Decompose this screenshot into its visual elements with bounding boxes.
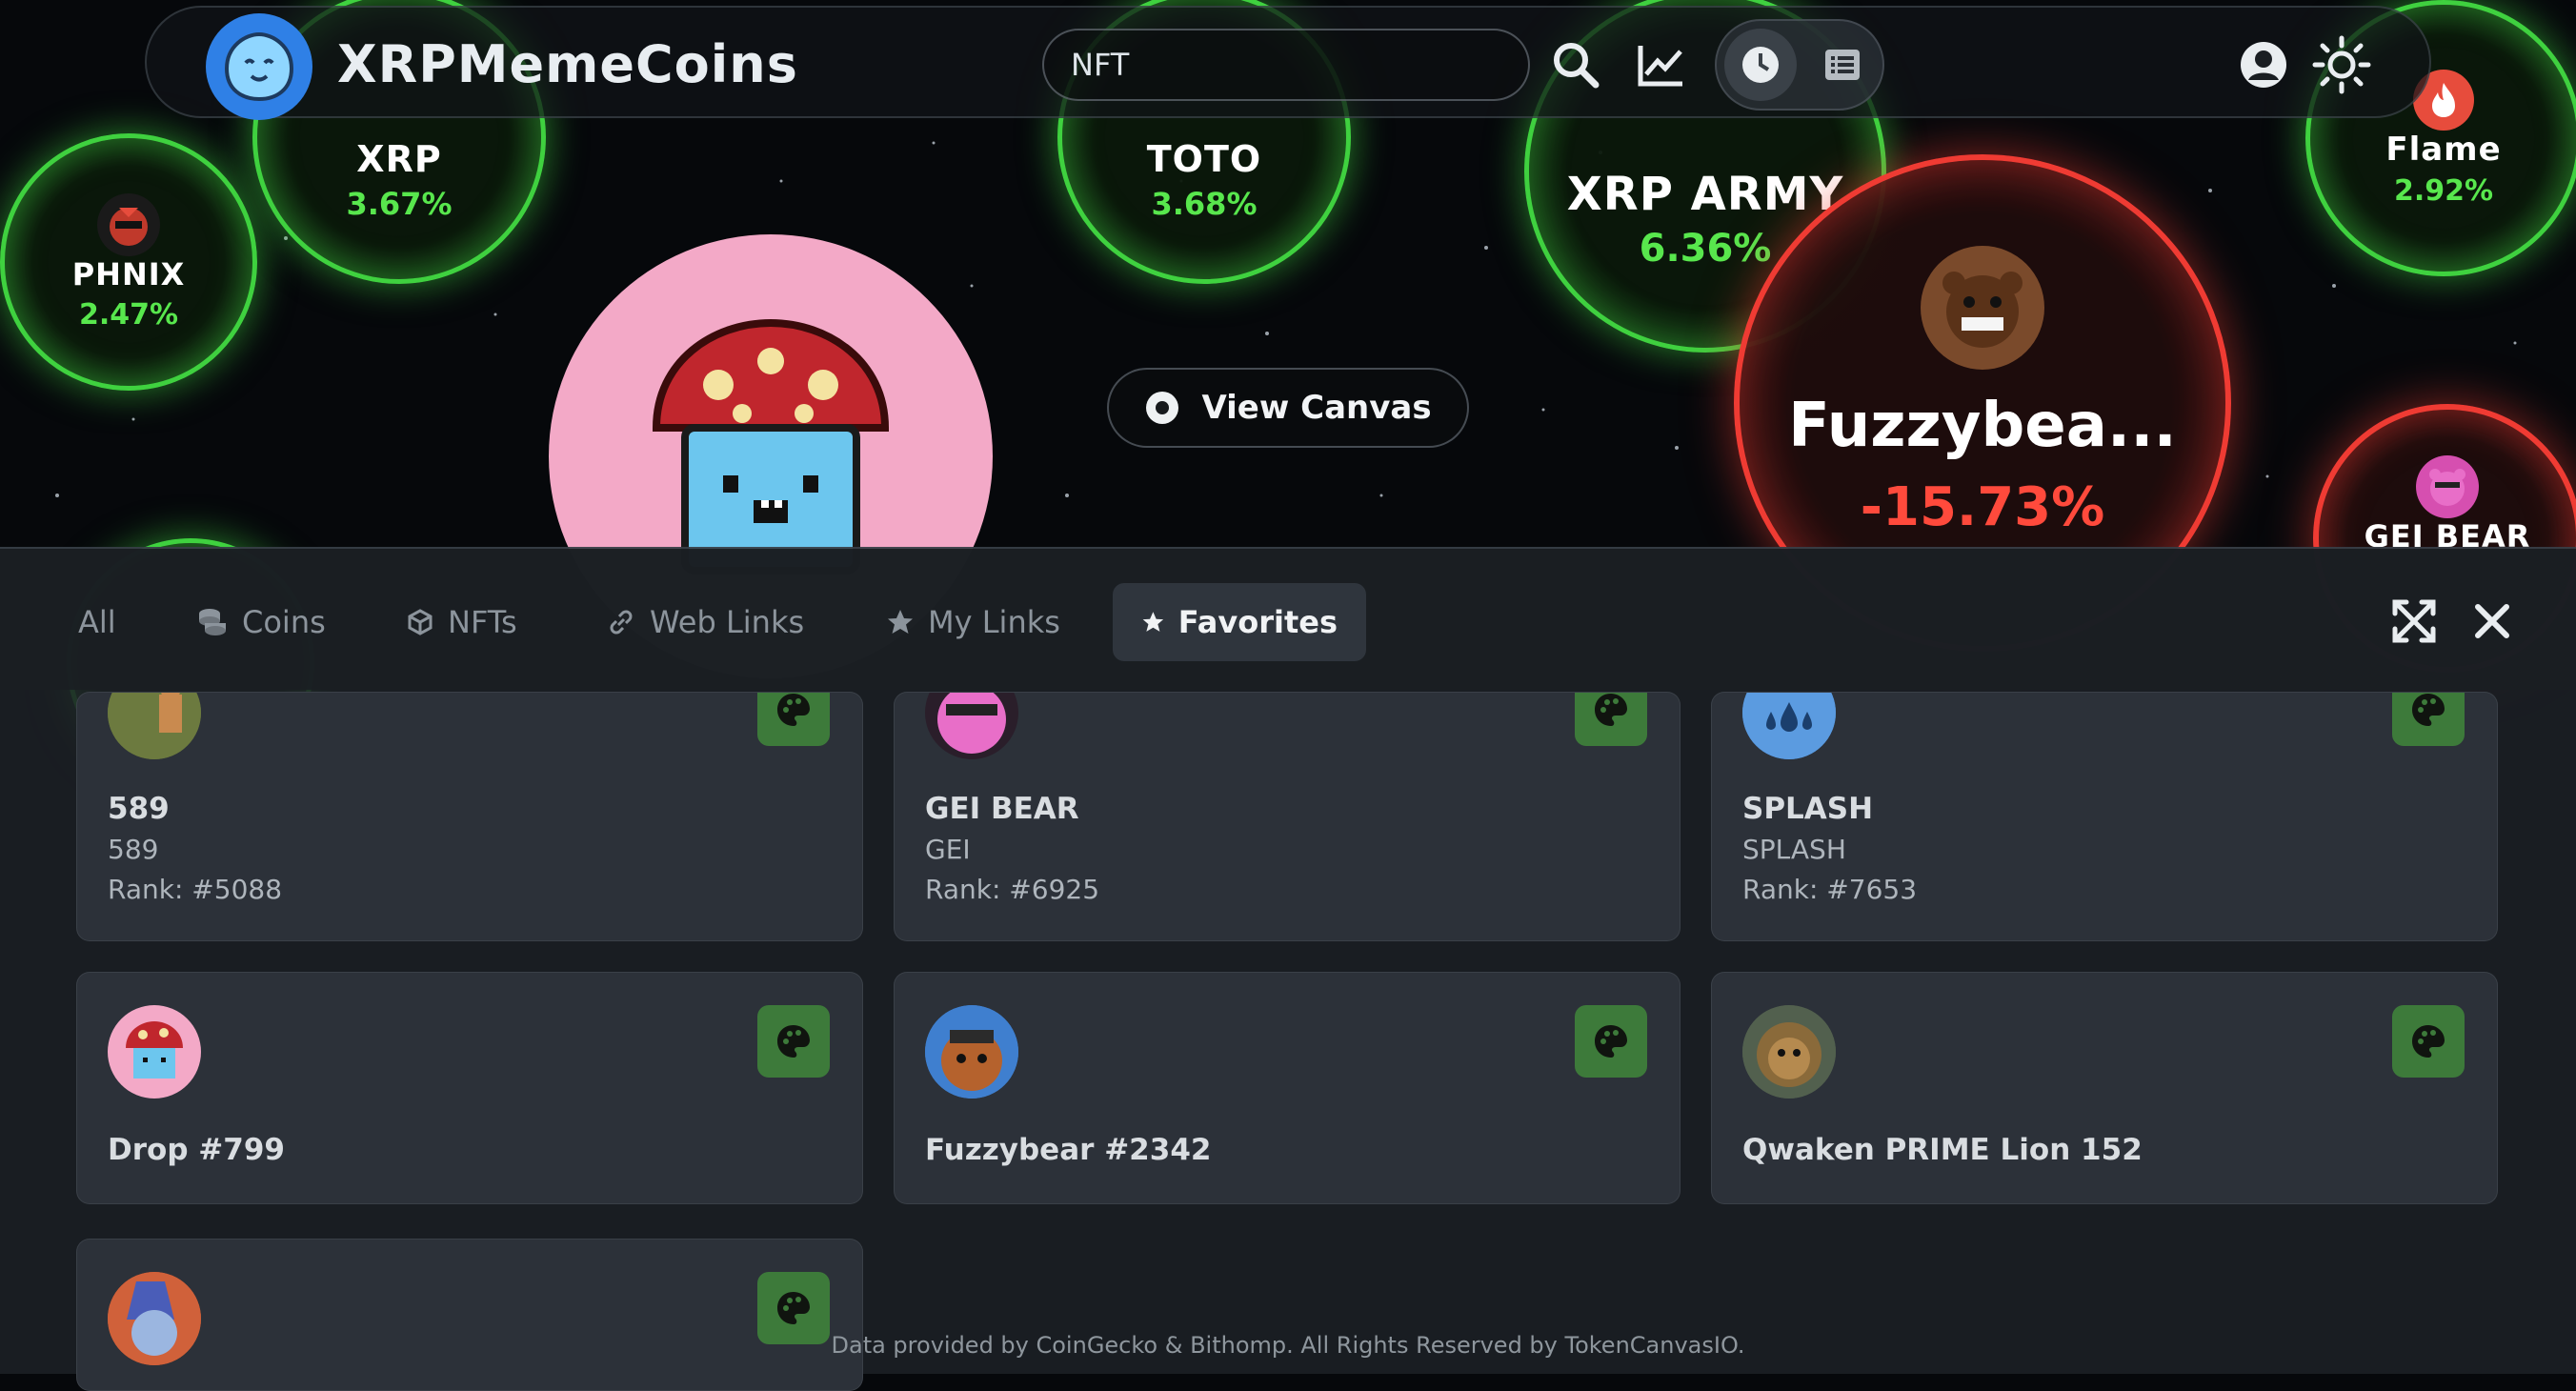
palette-icon[interactable] bbox=[2392, 693, 2465, 746]
favorite-card[interactable]: SPLASH SPLASH Rank: #7653 bbox=[1711, 692, 2498, 941]
bubble-change: -15.73% bbox=[1860, 476, 2105, 538]
bubble-name: PHNIX bbox=[71, 255, 186, 292]
favorite-card[interactable]: 589 589 Rank: #5088 bbox=[76, 692, 863, 941]
view-canvas-button[interactable]: View Canvas bbox=[1107, 368, 1469, 448]
favorite-card[interactable] bbox=[76, 1239, 863, 1391]
phnix-avatar-icon bbox=[97, 192, 160, 256]
link-icon bbox=[610, 610, 633, 635]
bubble-change: 6.36% bbox=[1639, 227, 1772, 271]
target-icon bbox=[1146, 392, 1179, 424]
nft-avatar bbox=[925, 693, 1018, 759]
nft-avatar bbox=[108, 1005, 201, 1099]
favorite-card[interactable]: Qwaken PRIME Lion 152 bbox=[1711, 972, 2498, 1204]
nft-avatar bbox=[1742, 1005, 1836, 1099]
search-icon[interactable] bbox=[1547, 36, 1604, 93]
mushroom-character-icon bbox=[652, 318, 890, 575]
tab-web-links[interactable]: Web Links bbox=[577, 583, 833, 661]
nft-avatar bbox=[925, 1005, 1018, 1099]
coins-icon bbox=[199, 609, 226, 635]
fuzzybear-avatar-icon bbox=[1921, 246, 2044, 370]
bubble-name: XRP bbox=[356, 138, 442, 180]
card-title: Drop #799 bbox=[108, 1133, 285, 1167]
tab-label: Coins bbox=[242, 604, 326, 640]
favorite-card[interactable]: Drop #799 bbox=[76, 972, 863, 1204]
star-icon bbox=[1142, 612, 1164, 632]
card-rank: Rank: #6925 bbox=[925, 874, 1100, 905]
nft-avatar bbox=[1742, 693, 1836, 759]
bubble-name: TOTO bbox=[1146, 138, 1262, 180]
logo-icon[interactable] bbox=[206, 13, 312, 120]
card-rank: Rank: #5088 bbox=[108, 874, 283, 905]
cube-icon bbox=[408, 609, 433, 635]
palette-icon[interactable] bbox=[757, 693, 830, 746]
user-icon[interactable] bbox=[2237, 38, 2290, 91]
tab-label: My Links bbox=[928, 604, 1060, 640]
favorite-card[interactable]: Fuzzybear #2342 bbox=[894, 972, 1680, 1204]
tab-label: NFTs bbox=[448, 604, 517, 640]
clock-icon[interactable] bbox=[1724, 29, 1797, 101]
tab-all[interactable]: All bbox=[50, 583, 145, 661]
card-title: 589 bbox=[108, 792, 170, 826]
card-title: GEI BEAR bbox=[925, 792, 1079, 826]
sun-icon[interactable] bbox=[2309, 32, 2374, 97]
bubble-name: Flame bbox=[2385, 130, 2502, 169]
gei-bear-avatar-icon bbox=[2416, 455, 2479, 518]
search-input[interactable] bbox=[1042, 29, 1530, 101]
card-symbol: 589 bbox=[108, 834, 159, 865]
card-symbol: SPLASH bbox=[1742, 834, 1846, 865]
view-mode-toggle bbox=[1715, 19, 1884, 111]
panel-tab-bar: All Coins NFTs Web Links My Links Favori… bbox=[0, 549, 2576, 690]
nft-avatar bbox=[108, 693, 201, 759]
brand-title[interactable]: XRPMemeCoins bbox=[337, 34, 798, 94]
tab-my-links[interactable]: My Links bbox=[857, 583, 1089, 661]
tab-coins[interactable]: Coins bbox=[168, 583, 354, 661]
bubble-name: Fuzzybea... bbox=[1788, 391, 2177, 461]
palette-icon[interactable] bbox=[1575, 1005, 1647, 1078]
close-icon[interactable] bbox=[2462, 591, 2523, 652]
bubble-change: 2.92% bbox=[2393, 173, 2494, 208]
top-navigation-bar: XRPMemeCoins bbox=[145, 6, 2431, 120]
bubble-change: 3.67% bbox=[346, 186, 453, 222]
chart-icon[interactable] bbox=[1633, 36, 1690, 93]
palette-icon[interactable] bbox=[2392, 1005, 2465, 1078]
card-title: SPLASH bbox=[1742, 792, 1874, 826]
bubble-name: XRP ARMY bbox=[1566, 168, 1844, 221]
footer-credits: Data provided by CoinGecko & Bithomp. Al… bbox=[831, 1332, 1745, 1359]
card-title: Qwaken PRIME Lion 152 bbox=[1742, 1133, 2143, 1167]
card-title: Fuzzybear #2342 bbox=[925, 1133, 1212, 1167]
tab-label: Web Links bbox=[650, 604, 805, 640]
tab-favorites[interactable]: Favorites bbox=[1113, 583, 1366, 661]
list-icon[interactable] bbox=[1806, 29, 1879, 101]
palette-icon[interactable] bbox=[757, 1005, 830, 1078]
tab-label: Favorites bbox=[1177, 604, 1338, 640]
palette-icon[interactable] bbox=[1575, 693, 1647, 746]
card-rank: Rank: #7653 bbox=[1742, 874, 1918, 905]
favorite-card[interactable]: GEI BEAR GEI Rank: #6925 bbox=[894, 692, 1680, 941]
card-symbol: GEI bbox=[925, 834, 971, 865]
bubble-change: 2.47% bbox=[78, 297, 179, 332]
bubble-phnix[interactable]: PHNIX 2.47% bbox=[0, 133, 257, 391]
tab-label: All bbox=[78, 604, 116, 640]
view-canvas-label: View Canvas bbox=[1201, 389, 1432, 427]
bubble-change: 3.68% bbox=[1151, 186, 1258, 222]
star-icon bbox=[888, 610, 913, 634]
expand-icon[interactable] bbox=[2384, 591, 2445, 652]
tab-nfts[interactable]: NFTs bbox=[377, 583, 546, 661]
favorites-panel: All Coins NFTs Web Links My Links Favori… bbox=[0, 547, 2576, 1391]
